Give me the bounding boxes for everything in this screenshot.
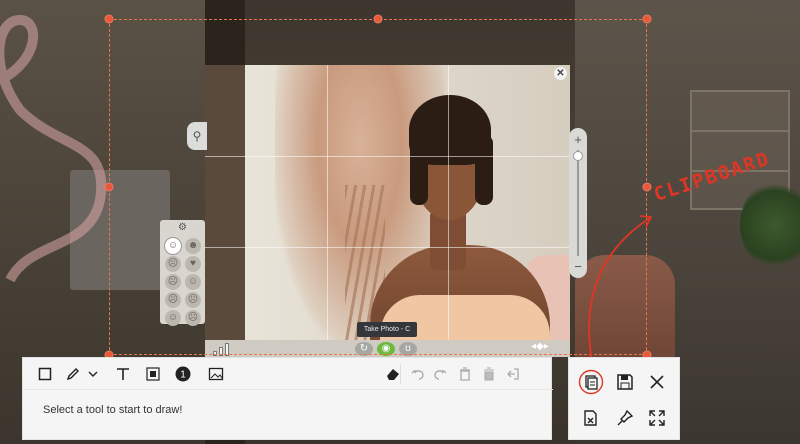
fullscreen-icon[interactable] — [643, 404, 671, 432]
step-number-icon[interactable]: 1 — [173, 364, 193, 384]
delete-icon[interactable] — [455, 364, 475, 384]
rectangle-icon[interactable] — [35, 364, 55, 384]
clear-all-icon[interactable] — [479, 364, 499, 384]
draw-toolbar: 1 Select a tool to start to draw! — [22, 357, 553, 440]
pen-icon[interactable] — [63, 364, 83, 384]
save-icon[interactable] — [611, 368, 639, 396]
chevron-down-icon[interactable] — [83, 364, 103, 384]
discard-icon[interactable] — [577, 404, 605, 432]
pin-icon[interactable] — [611, 404, 639, 432]
toolbar-tools-row: 1 — [23, 358, 553, 390]
undo-icon[interactable] — [407, 364, 427, 384]
step-number-text: 1 — [180, 370, 186, 381]
action-panel — [568, 357, 680, 440]
eraser-icon[interactable] — [383, 364, 403, 384]
close-icon[interactable] — [643, 368, 671, 396]
image-icon[interactable] — [206, 364, 226, 384]
blur-icon[interactable] — [143, 364, 163, 384]
text-icon[interactable] — [113, 364, 133, 384]
copy-to-clipboard-icon[interactable] — [577, 368, 605, 396]
redo-icon[interactable] — [431, 364, 451, 384]
exit-icon[interactable] — [503, 364, 523, 384]
toolbar-status-text: Select a tool to start to draw! — [43, 404, 183, 416]
